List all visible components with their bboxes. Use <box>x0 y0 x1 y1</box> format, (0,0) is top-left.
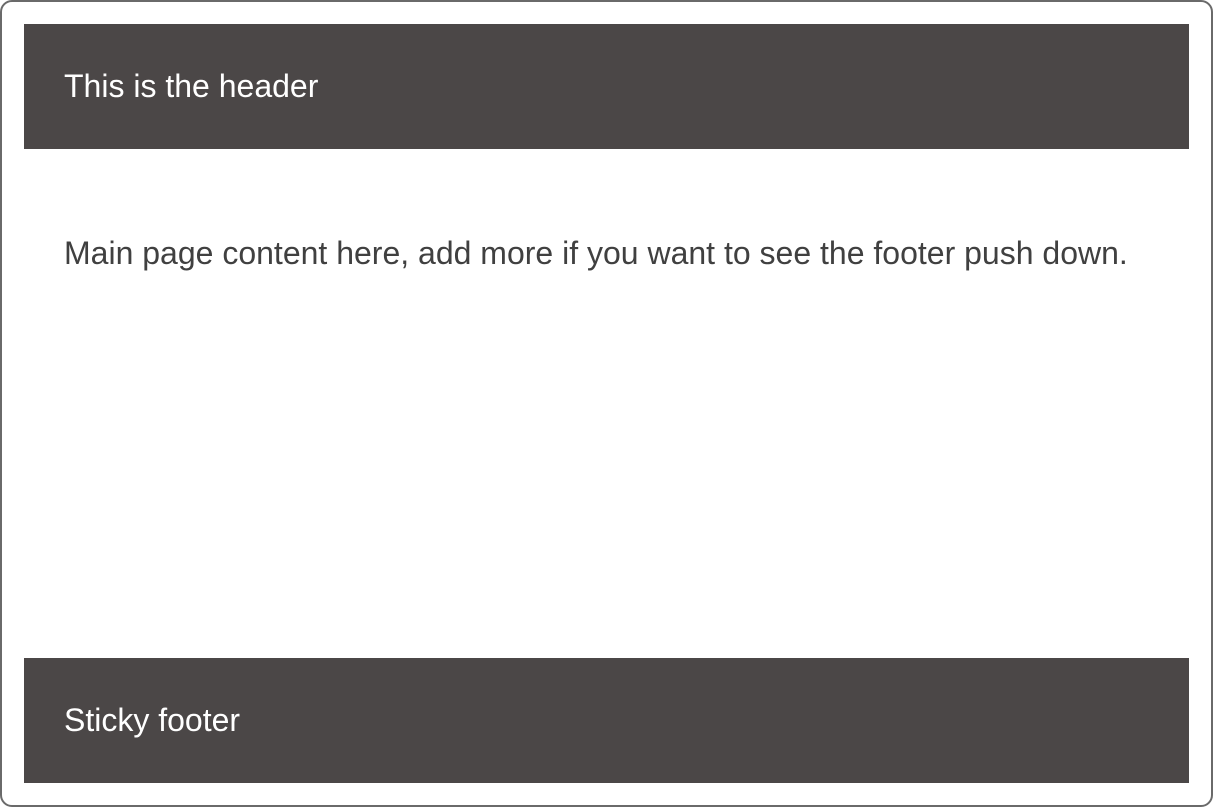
page-footer: Sticky footer <box>24 658 1189 783</box>
header-text: This is the header <box>64 68 318 104</box>
main-content: Main page content here, add more if you … <box>24 149 1189 658</box>
footer-text: Sticky footer <box>64 702 240 738</box>
content-text: Main page content here, add more if you … <box>64 235 1128 271</box>
page-container: This is the header Main page content her… <box>0 0 1213 807</box>
page-header: This is the header <box>24 24 1189 149</box>
